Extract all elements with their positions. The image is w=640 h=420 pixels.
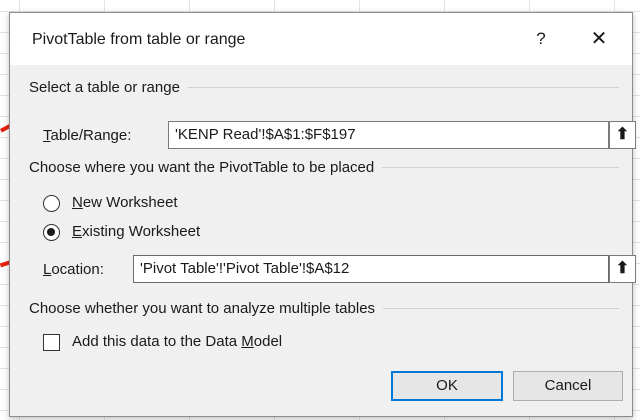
close-button[interactable]: ✕ bbox=[584, 25, 614, 53]
placement-heading-text: Choose where you want the PivotTable to … bbox=[29, 159, 375, 176]
range-collapse-icon[interactable]: ⬆ bbox=[609, 121, 636, 149]
divider bbox=[187, 87, 619, 88]
select-range-heading-text: Select a table or range bbox=[29, 79, 180, 96]
existing-worksheet-label[interactable]: Existing Worksheet bbox=[72, 223, 200, 240]
select-range-heading: Select a table or range bbox=[29, 79, 619, 96]
dialog-title: PivotTable from table or range bbox=[32, 31, 246, 48]
placement-heading: Choose where you want the PivotTable to … bbox=[29, 159, 619, 176]
cancel-button[interactable]: Cancel bbox=[513, 371, 623, 401]
existing-worksheet-label-rest: xisting Worksheet bbox=[82, 223, 201, 240]
table-range-mnemonic: T bbox=[43, 127, 51, 144]
multiple-tables-heading-text: Choose whether you want to analyze multi… bbox=[29, 300, 376, 317]
table-range-label-rest: able/Range: bbox=[50, 127, 132, 144]
new-worksheet-label-rest: ew Worksheet bbox=[82, 194, 178, 211]
help-button[interactable]: ? bbox=[526, 25, 556, 53]
new-worksheet-label[interactable]: New Worksheet bbox=[72, 194, 178, 211]
table-range-input[interactable]: 'KENP Read'!$A$1:$F$197 bbox=[168, 121, 609, 149]
data-model-label-pre: Add this data to the Data bbox=[72, 333, 242, 350]
new-worksheet-radio[interactable] bbox=[43, 195, 60, 212]
divider bbox=[383, 308, 619, 309]
new-worksheet-mnemonic: N bbox=[72, 194, 83, 211]
dialog-titlebar: PivotTable from table or range ? ✕ bbox=[10, 13, 632, 65]
ok-button[interactable]: OK bbox=[391, 371, 503, 401]
existing-worksheet-mnemonic: E bbox=[72, 223, 83, 240]
existing-worksheet-radio[interactable] bbox=[43, 224, 60, 241]
pivottable-dialog: PivotTable from table or range ? ✕ Selec… bbox=[9, 12, 636, 417]
location-label-rest: ocation: bbox=[51, 261, 104, 278]
data-model-mnemonic: M bbox=[241, 333, 254, 350]
location-label: Location: bbox=[43, 261, 104, 278]
data-model-label-post: odel bbox=[253, 333, 283, 350]
divider bbox=[382, 167, 619, 168]
table-range-label: Table/Range: bbox=[43, 127, 131, 144]
location-collapse-icon[interactable]: ⬆ bbox=[609, 255, 636, 283]
location-input[interactable]: 'Pivot Table'!'Pivot Table'!$A$12 bbox=[133, 255, 609, 283]
multiple-tables-heading: Choose whether you want to analyze multi… bbox=[29, 300, 619, 317]
data-model-label[interactable]: Add this data to the Data Model bbox=[72, 333, 282, 350]
data-model-checkbox[interactable] bbox=[43, 334, 60, 351]
